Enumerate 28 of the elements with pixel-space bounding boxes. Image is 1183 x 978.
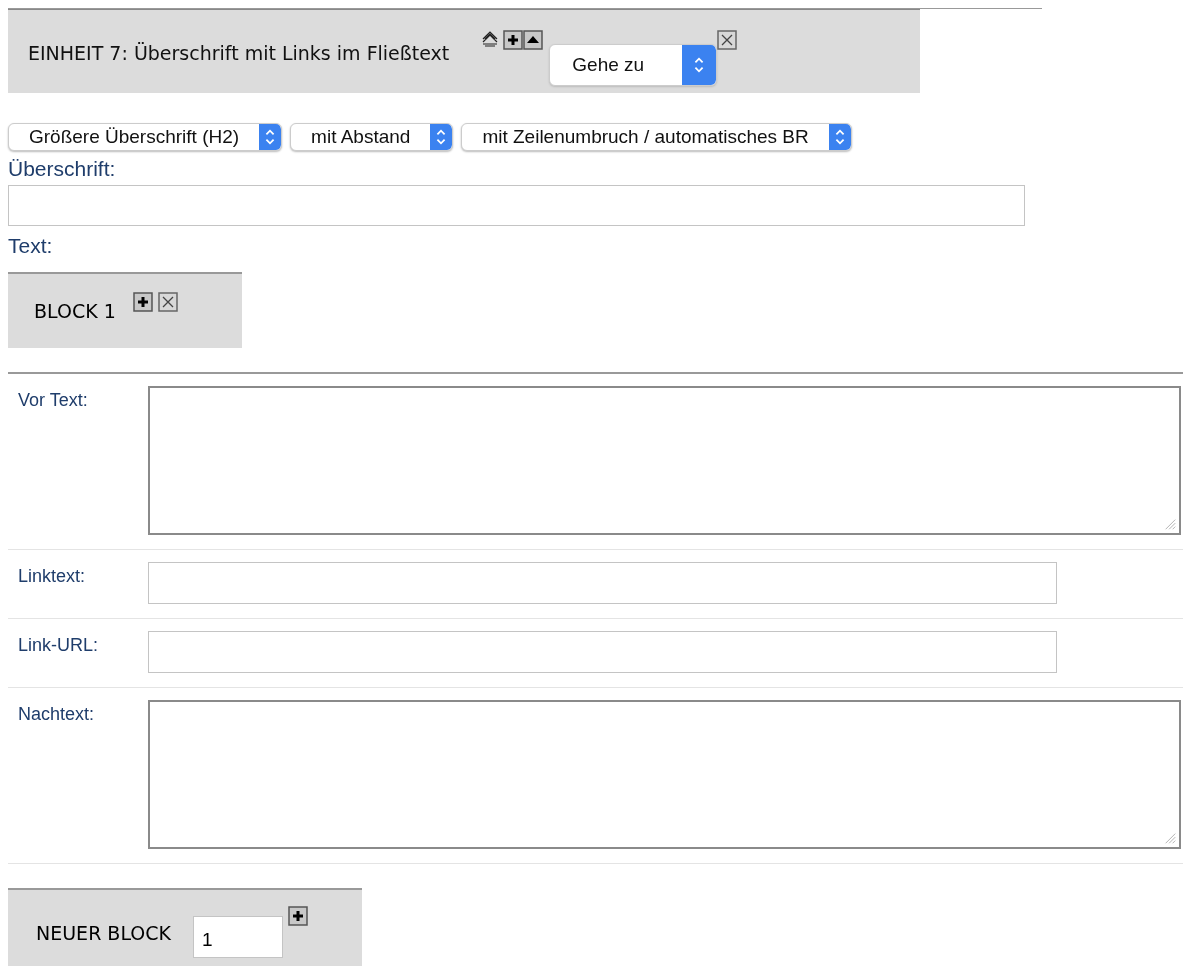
close-button[interactable] [157, 292, 180, 314]
add-button[interactable] [132, 292, 155, 314]
move-top-icon[interactable] [481, 30, 500, 48]
field-label: Vor Text: [18, 389, 89, 412]
unit-title: EINHEIT 7: Überschrift mit Links im Fließtext [28, 42, 450, 64]
input-field[interactable] [148, 562, 1057, 604]
dropdown[interactable]: Größere Überschrift (H2) [8, 123, 283, 151]
new-block-label: NEUER BLOCK [36, 922, 171, 944]
field-label: Linktext: [18, 565, 87, 588]
block-title: BLOCK 1 [34, 300, 116, 322]
field-label: Link-URL: [18, 634, 100, 657]
count-input[interactable]: 1 [193, 916, 283, 958]
close-button[interactable] [717, 30, 738, 50]
add-button[interactable] [503, 30, 524, 50]
text-area[interactable] [148, 386, 1181, 535]
field-label: Nachtext: [18, 703, 96, 726]
text-area[interactable] [148, 700, 1181, 849]
heading-input[interactable] [8, 185, 1025, 226]
goto-dropdown[interactable]: Gehe zu [549, 44, 718, 86]
resize-handle-icon[interactable] [1163, 517, 1177, 531]
resize-handle-icon[interactable] [1163, 831, 1177, 845]
heading-label: Überschrift: [8, 157, 117, 181]
text-label: Text: [8, 234, 54, 258]
dropdown[interactable]: mit Zeilenumbruch / automatisches BR [461, 123, 852, 151]
input-field[interactable] [148, 631, 1057, 673]
dropdown[interactable]: mit Abstand [290, 123, 454, 151]
move-up-button[interactable] [523, 30, 544, 50]
add-button[interactable] [288, 906, 310, 928]
